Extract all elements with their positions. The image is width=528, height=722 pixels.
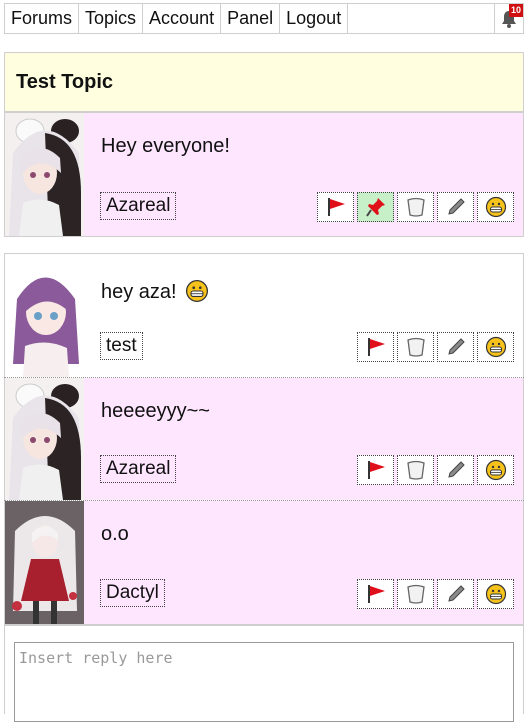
user-avatar[interactable] — [5, 113, 84, 236]
post-actions — [357, 332, 514, 362]
flag-icon — [367, 461, 385, 479]
nav-topics[interactable]: Topics — [79, 4, 144, 33]
post-actions — [357, 579, 514, 609]
pencil-icon — [447, 585, 465, 602]
report-button[interactable] — [357, 332, 394, 362]
grin-emoji-icon — [186, 279, 209, 303]
react-button[interactable] — [477, 192, 514, 222]
pin-button[interactable] — [357, 192, 394, 222]
post-username[interactable]: Azareal — [100, 455, 177, 483]
report-button[interactable] — [317, 192, 354, 222]
react-button[interactable] — [477, 579, 514, 609]
post-actions — [317, 192, 514, 222]
flag-icon — [367, 585, 385, 603]
post-item: Hey everyone! Azareal — [4, 112, 524, 237]
post-item: hey aza! test — [4, 253, 524, 377]
top-nav: Forums Topics Account Panel Logout 10 — [4, 3, 524, 34]
grin-icon — [485, 583, 506, 605]
pencil-icon — [447, 198, 465, 215]
post-content: o.o — [101, 523, 129, 545]
trash-icon — [406, 337, 425, 357]
user-avatar[interactable] — [5, 378, 84, 500]
reply-textarea[interactable]: Insert reply here — [14, 642, 514, 722]
trash-icon — [406, 197, 425, 217]
topic-title: Test Topic — [4, 52, 524, 112]
pencil-icon — [447, 461, 465, 478]
post-content: heeeeyyy~~ — [101, 400, 210, 422]
notification-count-badge: 10 — [508, 4, 523, 17]
edit-button[interactable] — [437, 455, 474, 485]
nav-account[interactable]: Account — [143, 4, 222, 33]
pin-icon — [365, 198, 385, 217]
grin-icon — [485, 196, 506, 218]
report-button[interactable] — [357, 455, 394, 485]
user-avatar[interactable] — [5, 254, 84, 377]
edit-button[interactable] — [437, 192, 474, 222]
trash-icon — [406, 460, 425, 480]
post-item: o.o Dactyl — [4, 501, 524, 625]
user-avatar[interactable] — [5, 501, 84, 624]
post-username[interactable]: Azareal — [100, 192, 177, 220]
post-username[interactable]: test — [100, 332, 143, 360]
report-button[interactable] — [357, 579, 394, 609]
nav-forums[interactable]: Forums — [5, 4, 80, 33]
notifications-button[interactable]: 10 — [494, 4, 523, 33]
edit-button[interactable] — [437, 332, 474, 362]
post-content: hey aza! — [101, 279, 209, 304]
post-item: heeeeyyy~~ Azareal — [4, 378, 524, 500]
react-button[interactable] — [477, 332, 514, 362]
flag-icon — [367, 338, 385, 356]
delete-button[interactable] — [397, 332, 434, 362]
nav-panel[interactable]: Panel — [221, 4, 281, 33]
grin-icon — [485, 336, 506, 358]
react-button[interactable] — [477, 455, 514, 485]
delete-button[interactable] — [397, 192, 434, 222]
reply-section: Insert reply here — [4, 625, 524, 722]
trash-icon — [406, 584, 425, 604]
delete-button[interactable] — [397, 455, 434, 485]
post-text: hey aza! — [101, 281, 177, 303]
edit-button[interactable] — [437, 579, 474, 609]
nav-logout[interactable]: Logout — [280, 4, 349, 33]
pencil-icon — [447, 338, 465, 355]
delete-button[interactable] — [397, 579, 434, 609]
flag-icon — [327, 198, 345, 216]
post-content: Hey everyone! — [101, 135, 230, 157]
post-actions — [357, 455, 514, 485]
post-username[interactable]: Dactyl — [100, 579, 165, 607]
grin-icon — [485, 459, 506, 481]
